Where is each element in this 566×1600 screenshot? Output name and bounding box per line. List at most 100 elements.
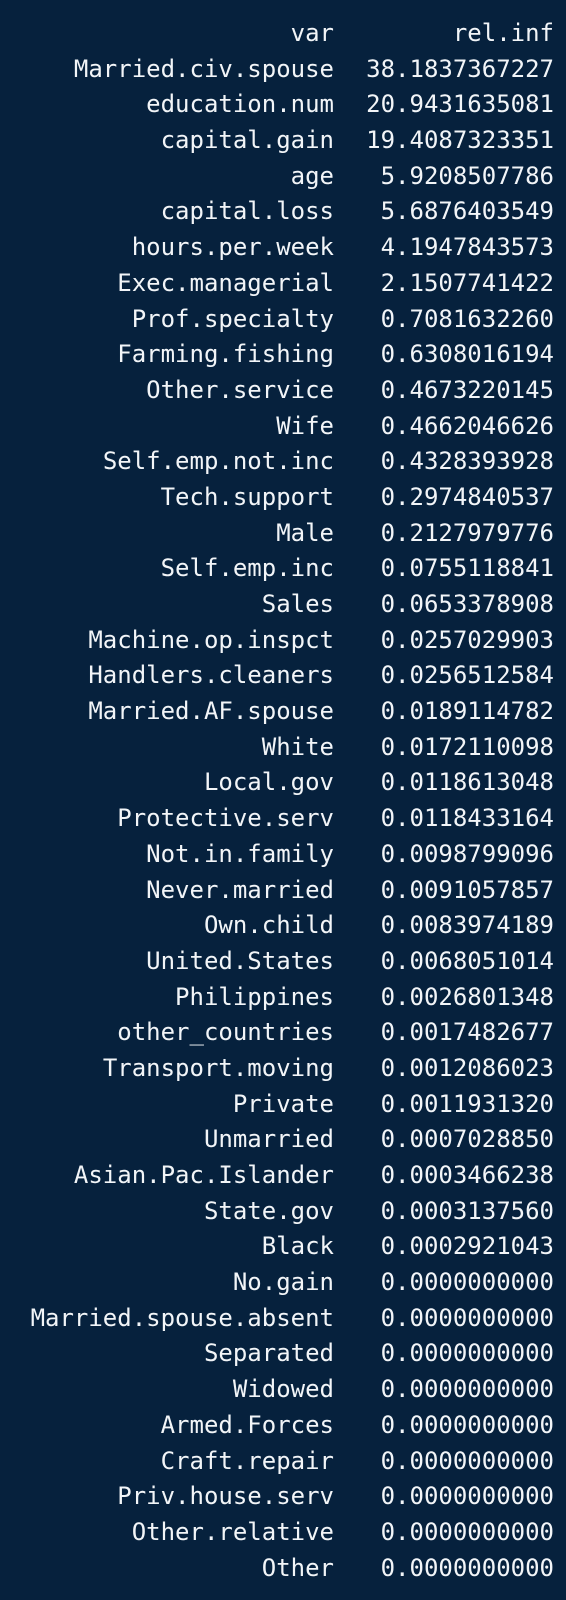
table-row: capital.loss 5.6876403549 [0, 194, 566, 230]
var-cell: other_countries [117, 1018, 334, 1047]
rel-inf-cell: 0.0000000000 [380, 1517, 554, 1546]
rel-inf-cell: 0.0172110098 [380, 732, 554, 761]
rel-inf-cell: 38.1837367227 [366, 54, 554, 83]
table-row: Handlers.cleaners 0.0256512584 [0, 658, 566, 694]
var-cell: Transport.moving [102, 1053, 334, 1082]
rel-inf-cell: 0.0098799096 [380, 839, 554, 868]
rel-inf-cell: 5.6876403549 [380, 197, 554, 226]
table-row: No.gain 0.0000000000 [0, 1265, 566, 1301]
var-cell: capital.loss [160, 197, 334, 226]
rel-inf-cell: 0.0257029903 [380, 625, 554, 654]
rel-inf-cell: 19.4087323351 [366, 126, 554, 155]
rel-inf-cell: 5.9208507786 [380, 161, 554, 190]
var-cell: Never.married [146, 875, 334, 904]
table-row: Self.emp.inc 0.0755118841 [0, 551, 566, 587]
table-row: Tech.support 0.2974840537 [0, 480, 566, 516]
table-row: State.gov 0.0003137560 [0, 1194, 566, 1230]
table-row: Other.service 0.4673220145 [0, 373, 566, 409]
rel-inf-cell: 0.0003466238 [380, 1161, 554, 1189]
rel-inf-cell: 0.0091057857 [380, 875, 554, 904]
var-cell: Exec.managerial [117, 268, 334, 297]
var-cell: Prof.specialty [131, 304, 334, 333]
rel-inf-cell: 2.1507741422 [380, 268, 554, 297]
var-cell: Unmarried [203, 1125, 334, 1154]
var-cell: Male [276, 518, 334, 547]
table-row: education.num 20.9431635081 [0, 87, 566, 123]
var-cell: Local.gov [203, 768, 334, 797]
rel-inf-cell: 0.0000000000 [380, 1553, 554, 1582]
table-row: Machine.op.inspct 0.0257029903 [0, 623, 566, 659]
rel-inf-cell: 0.7081632260 [380, 304, 554, 333]
rel-inf-cell: 0.6308016194 [380, 340, 554, 369]
var-cell: Craft.repair [160, 1446, 334, 1475]
rel-inf-cell: 0.0000000000 [380, 1375, 554, 1404]
table-row: Married.civ.spouse 38.1837367227 [0, 52, 566, 88]
var-cell: hours.per.week [131, 233, 334, 262]
table-row: Armed.Forces 0.0000000000 [0, 1408, 566, 1444]
table-row: Asian.Pac.Islander 0.0003466238 [0, 1158, 566, 1194]
rel-inf-cell: 0.0000000000 [380, 1339, 554, 1368]
table-row: Male 0.2127979776 [0, 516, 566, 552]
var-cell: Farming.fishing [117, 340, 334, 369]
table-row: Priv.house.serv 0.0000000000 [0, 1479, 566, 1515]
table-row: Self.emp.not.inc 0.4328393928 [0, 444, 566, 480]
rel-inf-cell: 0.4673220145 [380, 375, 554, 404]
table-row: White 0.0172110098 [0, 730, 566, 766]
table-row: Transport.moving 0.0012086023 [0, 1051, 566, 1087]
rel-inf-cell: 0.4328393928 [380, 447, 554, 476]
rel-inf-cell: 0.0083974189 [380, 911, 554, 940]
var-cell: Tech.support [160, 482, 334, 511]
table-row: Other.relative 0.0000000000 [0, 1515, 566, 1551]
table-row: Wife 0.4662046626 [0, 409, 566, 445]
rel-inf-cell: 0.0012086023 [380, 1053, 554, 1082]
rel-inf-cell: 0.0000000000 [380, 1303, 554, 1332]
var-cell: Not.in.family [146, 839, 334, 868]
rel-inf-cell: 0.0068051014 [380, 946, 554, 975]
rel-inf-cell: 0.0000000000 [380, 1410, 554, 1439]
var-cell: capital.gain [160, 126, 334, 155]
table-row: Married.AF.spouse 0.0189114782 [0, 694, 566, 730]
var-cell: Married.civ.spouse [73, 54, 334, 83]
var-cell: No.gain [232, 1268, 334, 1297]
var-cell: Armed.Forces [160, 1410, 334, 1439]
table-row: Other 0.0000000000 [0, 1551, 566, 1587]
rel-inf-cell: 0.0017482677 [380, 1018, 554, 1047]
table-row: Sales 0.0653378908 [0, 587, 566, 623]
var-cell: Married.AF.spouse [88, 697, 334, 726]
table-row: Never.married 0.0091057857 [0, 873, 566, 909]
rel-inf-cell: 0.0755118841 [380, 554, 554, 583]
var-cell: Self.emp.not.inc [102, 447, 334, 476]
rel-inf-cell: 0.2127979776 [380, 518, 554, 547]
var-cell: Philippines [175, 982, 334, 1011]
rel-inf-cell: 20.9431635081 [366, 90, 554, 119]
table-row: Unmarried 0.0007028850 [0, 1122, 566, 1158]
console-output: var rel.inf Married.civ.spouse 38.1837367… [0, 0, 566, 1600]
var-cell: United.States [146, 946, 334, 975]
table-row: age 5.9208507786 [0, 159, 566, 195]
var-cell: education.num [146, 90, 334, 119]
table-row: Private 0.0011931320 [0, 1087, 566, 1123]
table-row: capital.gain 19.4087323351 [0, 123, 566, 159]
var-cell: Machine.op.inspct [88, 625, 334, 654]
rel-inf-cell: 0.4662046626 [380, 411, 554, 440]
table-row: Widowed 0.0000000000 [0, 1372, 566, 1408]
table-row: Exec.managerial 2.1507741422 [0, 266, 566, 302]
var-cell: White [261, 732, 334, 761]
table-row: other_countries 0.0017482677 [0, 1015, 566, 1051]
table-row: Not.in.family 0.0098799096 [0, 837, 566, 873]
var-column-header: var [290, 19, 334, 47]
var-cell: Protective.serv [117, 804, 334, 833]
table-row: hours.per.week 4.1947843573 [0, 230, 566, 266]
rel-inf-cell: 0.0256512584 [380, 661, 554, 690]
table-row: United.States 0.0068051014 [0, 944, 566, 980]
rel-inf-cell: 0.0118433164 [380, 804, 554, 833]
var-cell: Black [261, 1232, 334, 1261]
table-row: Separated 0.0000000000 [0, 1336, 566, 1372]
table-row: Prof.specialty 0.7081632260 [0, 302, 566, 338]
rel-inf-cell: 0.0653378908 [380, 590, 554, 618]
rel-inf-cell: 0.0189114782 [380, 697, 554, 726]
var-cell: Other.relative [131, 1517, 334, 1546]
rel-inf-cell: 0.0118613048 [380, 768, 554, 797]
var-cell: Private [232, 1089, 334, 1118]
var-cell: Self.emp.inc [160, 554, 334, 583]
